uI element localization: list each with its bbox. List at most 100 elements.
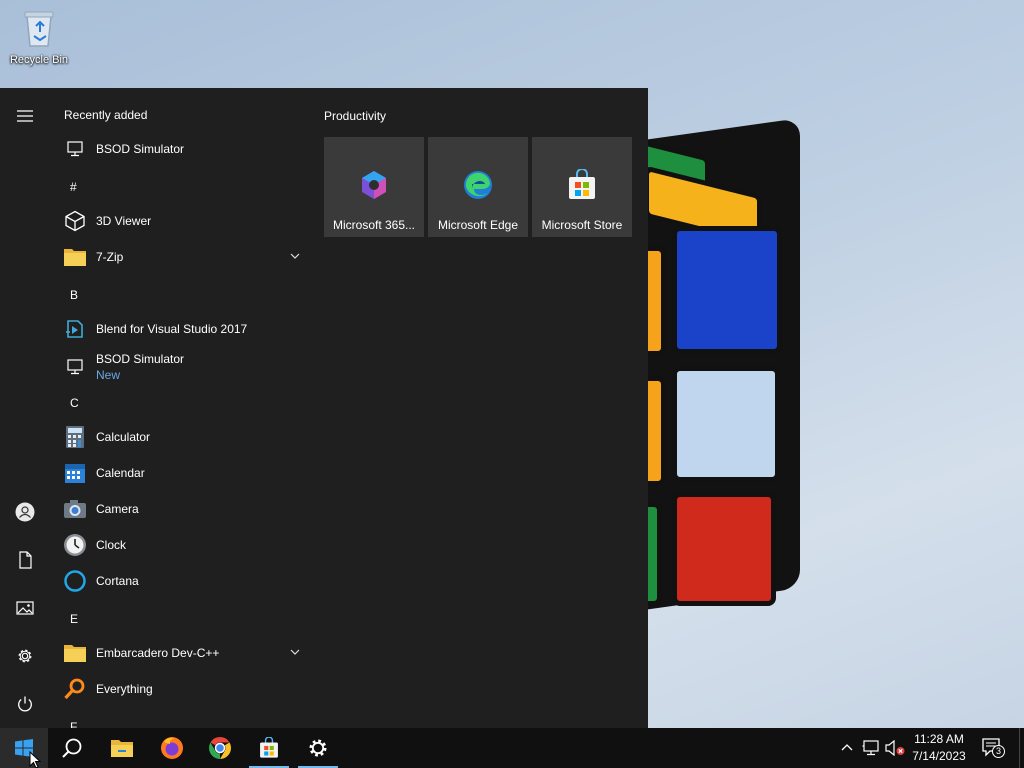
cortana-icon [62, 568, 88, 594]
clock-date: 7/14/2023 [912, 749, 966, 763]
app-list: Recently added BSOD Simulator # 3D Viewe… [50, 88, 314, 728]
chrome-icon [209, 737, 231, 759]
show-desktop-button[interactable] [1019, 728, 1024, 768]
app-item-clock[interactable]: Clock [50, 527, 314, 563]
microsoft-store-button[interactable] [245, 728, 293, 768]
app-item-embarcadero-dev-cpp[interactable]: Embarcadero Dev-C++ [50, 635, 314, 671]
app-item-camera[interactable]: Camera [50, 491, 314, 527]
app-item-bsod-simulator[interactable]: BSOD Simulator New [50, 347, 314, 387]
notification-count-badge: 3 [992, 745, 1005, 758]
blend-icon [62, 316, 88, 342]
search-icon [62, 738, 82, 758]
app-item-cortana[interactable]: Cortana [50, 563, 314, 599]
user-account-icon [15, 502, 35, 522]
magnifier-icon [62, 676, 88, 702]
tiles-area: Productivity Microsoft 365... Microsoft … [314, 88, 648, 728]
section-letter-b[interactable]: B [70, 288, 78, 302]
show-hidden-icons-button[interactable] [837, 728, 857, 768]
clock-time: 11:28 AM [914, 732, 964, 746]
hamburger-menu-icon [17, 110, 33, 122]
volume-tray-button[interactable] [883, 728, 907, 768]
clock-icon [62, 532, 88, 558]
chevron-down-icon[interactable] [290, 647, 300, 657]
app-item-3d-viewer[interactable]: 3D Viewer [50, 203, 314, 239]
settings-button[interactable] [294, 728, 342, 768]
action-center-button[interactable]: 3 [980, 728, 1006, 768]
app-item-label: Camera [96, 502, 139, 516]
tile-label: Microsoft 365... [332, 218, 416, 232]
network-tray-button[interactable] [859, 728, 883, 768]
app-item-7-zip[interactable]: 7-Zip [50, 239, 314, 275]
start-menu-rail [0, 88, 50, 728]
taskbar: 11:28 AM 7/14/2023 3 [0, 728, 1024, 768]
app-item-label: Cortana [96, 574, 139, 588]
app-item-label: Clock [96, 538, 127, 552]
app-item-calendar[interactable]: Calendar [50, 455, 314, 491]
app-item-label: Calendar [96, 466, 145, 480]
monitor-icon [62, 136, 88, 162]
documents-button[interactable] [0, 536, 50, 584]
chevron-up-icon [841, 744, 853, 751]
store-icon [569, 169, 595, 199]
tile-group-title: Productivity [324, 109, 387, 123]
store-icon [260, 737, 278, 758]
firefox-icon [161, 737, 183, 759]
monitor-icon [62, 354, 88, 380]
chevron-down-icon[interactable] [290, 251, 300, 261]
file-explorer-icon [111, 740, 133, 757]
app-item-label: BSOD Simulator [96, 142, 185, 156]
tile-microsoft-edge[interactable]: Microsoft Edge [428, 137, 528, 237]
app-item-calculator[interactable]: Calculator [50, 419, 314, 455]
app-item-label: 7-Zip [96, 250, 124, 264]
power-icon [18, 696, 32, 712]
start-menu: Recently added BSOD Simulator # 3D Viewe… [0, 88, 648, 728]
folder-icon [62, 640, 88, 666]
settings-button[interactable] [0, 632, 50, 680]
gear-icon [309, 739, 327, 757]
app-item-label: Calculator [96, 430, 151, 444]
volume-muted-icon [885, 740, 905, 756]
app-item-bsod-simulator-recent[interactable]: BSOD Simulator [50, 131, 314, 167]
app-item-blend-for-visual-studio-2017[interactable]: Blend for Visual Studio 2017 [50, 311, 314, 347]
pictures-icon [16, 601, 34, 615]
desktop-icon-recycle-bin[interactable]: Recycle Bin [6, 6, 72, 66]
tile-label: Microsoft Store [541, 218, 623, 232]
recently-added-header: Recently added [64, 108, 148, 122]
tile-microsoft-store[interactable]: Microsoft Store [532, 137, 632, 237]
power-button[interactable] [0, 680, 50, 728]
gear-icon [18, 649, 32, 663]
app-item-everything[interactable]: Everything [50, 671, 314, 707]
chrome-button[interactable] [196, 728, 244, 768]
app-item-label: 3D Viewer [96, 214, 152, 228]
app-item-label: Everything [96, 682, 153, 696]
tile-label: Microsoft Edge [437, 218, 519, 232]
document-icon [19, 551, 32, 569]
calendar-icon [62, 460, 88, 486]
firefox-button[interactable] [148, 728, 196, 768]
folder-icon [62, 244, 88, 270]
account-button[interactable] [0, 488, 50, 536]
section-letter-e[interactable]: E [70, 612, 78, 626]
app-item-label: BSOD Simulator [96, 352, 185, 366]
desktop-icon-label: Recycle Bin [9, 54, 69, 66]
section-letter-hash[interactable]: # [70, 180, 77, 194]
section-letter-c[interactable]: C [70, 396, 79, 410]
app-item-label: Blend for Visual Studio 2017 [96, 322, 248, 336]
network-icon [862, 740, 879, 756]
cube-icon [62, 208, 88, 234]
pictures-button[interactable] [0, 584, 50, 632]
search-button[interactable] [48, 728, 96, 768]
recycle-bin-icon [17, 6, 61, 50]
calculator-icon [62, 424, 88, 450]
new-badge: New [96, 368, 121, 382]
tile-microsoft-365[interactable]: Microsoft 365... [324, 137, 424, 237]
expand-menu-button[interactable] [0, 92, 50, 140]
mouse-cursor-icon [29, 751, 41, 768]
file-explorer-button[interactable] [98, 728, 146, 768]
clock-display[interactable]: 11:28 AM 7/14/2023 [906, 731, 972, 765]
edge-icon [464, 171, 492, 199]
camera-icon [62, 496, 88, 522]
app-item-label: Embarcadero Dev-C++ [96, 646, 220, 660]
section-letter-f[interactable]: F [70, 720, 77, 728]
microsoft-365-icon [362, 171, 386, 199]
